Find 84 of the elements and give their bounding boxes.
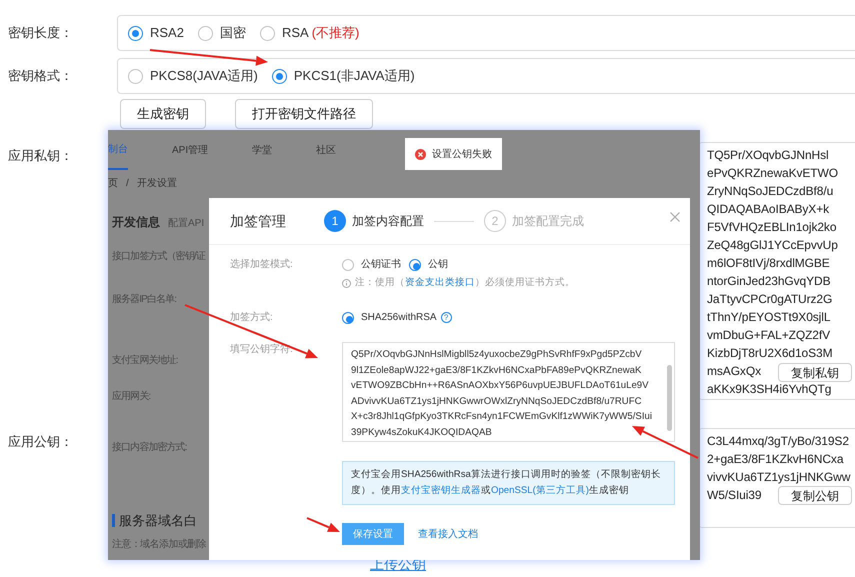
key-text-line: msAGxQx	[707, 363, 761, 380]
key-text-line: QIDAQABAoIBAByX+k	[707, 201, 830, 218]
key-text-line: ZeQ48gGlJ1YCcEpvvUp	[707, 237, 838, 254]
radio-button[interactable]	[272, 68, 287, 84]
key-text-line: C3L44mxq/3gT/yBo/319S2	[707, 433, 849, 450]
action-button[interactable]: 生成密钥	[120, 99, 206, 129]
copy-button[interactable]: 复制私钥	[778, 363, 852, 382]
action-button[interactable]: 打开密钥文件路径	[235, 99, 373, 129]
section-title: 服务器域名白	[119, 512, 197, 530]
scrollbar	[667, 365, 672, 432]
option-label: PKCS8(JAVA适用)	[150, 67, 258, 86]
step-label: 加签内容配置	[352, 213, 424, 230]
key-text-line: m6lOF8tIVj/8rxdlMGBE	[707, 255, 830, 272]
key-text-line: JaTtyvCPCr0gATUrz2G	[707, 291, 832, 308]
page-title: 开发信息	[112, 214, 160, 231]
key-text-line: aKKx9K3SH4i6YvhQTg	[707, 381, 832, 398]
key-text-line: vivvKUa6TZ1ys1jHNKGww	[707, 469, 850, 486]
field-label: 密钥格式：	[8, 68, 73, 84]
step-label: 加签配置完成	[512, 213, 584, 230]
key-text-line: F5VfVHQzEBLIn1ojk2ko	[707, 219, 836, 236]
error-icon	[415, 148, 426, 160]
field-label: 应用网关:	[112, 390, 150, 404]
radio-button[interactable]	[260, 26, 275, 40]
warning-note: (不推荐)	[312, 24, 360, 42]
info-text: 支付宝会用SHA256withRsa算法进行接口调用时的验签（不限制密钥长度）。使用支付宝密钥生成器或OpenSSL(第三方工具)生成密钥	[351, 469, 661, 496]
field-label: 应用公钥：	[8, 434, 73, 449]
openssl-link[interactable]: OpenSSL(第三方工具)	[491, 485, 589, 496]
field-label: 应用私钥：	[8, 148, 73, 163]
public-key-field[interactable]	[342, 342, 675, 442]
save-button[interactable]: 保存设置	[342, 523, 404, 546]
field-label: 支付宝网关地址:	[112, 354, 178, 368]
option-label: RSA2	[150, 24, 184, 42]
key-text-line: ePvQKRZnewaKvETWO	[707, 165, 838, 182]
note-link[interactable]: 资金支出类接口	[405, 277, 475, 288]
option-label: 公钥	[428, 258, 448, 272]
info-icon	[342, 278, 351, 288]
radio-button[interactable]	[342, 258, 354, 270]
arrow	[632, 426, 698, 459]
field-label: 加签方式:	[229, 310, 274, 326]
docs-link[interactable]: 查看接入文档	[418, 526, 478, 542]
field-label: 选择加签模式:	[229, 258, 294, 272]
key-text-line: ZryNNqSoJEDCzdBf8/u	[707, 183, 834, 200]
radio-button[interactable]	[128, 68, 143, 84]
breadcrumb-separator: /	[126, 177, 129, 191]
nav-tab[interactable]: API管理	[172, 130, 208, 170]
field-label: 接口加签方式（密钥/证	[112, 250, 205, 264]
key-text: Q5Pr/XOqvbGJNnHslMigbll5z4yuxocbeZ9gPhSvRhfF9xPgd5PZcbV 9l1ZEole8apWJ22+gaE3/8F1KZkvH6NCxaPbFA89ePvQKRZnewaK vETWO9ZBCbHn++R6ASnAOXbxY56P6uvpUEJBUFLDAoT61uLe9V ADvivvKUa6TZ1ys1jHNKGwwrOWxlZryNNqSoJEDCzdBf8/u7RUFC X+c3r8Jhl1qGfpKyo3TKRcFsn4yn1FCWEmGvKlf1zWWiK7yWW5/SIui 39PKyw4sZokuK4JKOQIDAQAB	[351, 348, 653, 440]
key-text-line: tThnY/pEYOSTt9X0sjlL	[707, 309, 830, 326]
close-icon[interactable]	[670, 210, 680, 220]
key-text-line: ntorGinJed23hGvqYDB	[707, 273, 831, 290]
arrow	[306, 517, 340, 532]
field-label: 密钥长度：	[8, 25, 73, 40]
toast-text: 设置公钥失败	[432, 148, 492, 162]
step-connector	[434, 220, 474, 222]
radio-button[interactable]	[128, 26, 143, 40]
option-label: 国密	[220, 24, 246, 42]
radio-button[interactable]	[409, 258, 421, 270]
key-text-line: vmDbuG+FAL+ZQZ2fV	[707, 327, 830, 344]
nav-tab[interactable]: 社区	[316, 130, 336, 170]
key-text-line: TQ5Pr/XOqvbGJNnHsl	[707, 147, 829, 164]
radio-button[interactable]	[342, 312, 354, 324]
step-number: 1	[324, 210, 346, 232]
page-subtitle: 配置API	[168, 216, 204, 231]
note-text: 注：使用（资金支出类接口）必须使用证书方式。	[355, 276, 575, 290]
dialog-title: 加签管理	[230, 212, 286, 230]
key-text-line: W5/SIui39	[707, 487, 762, 504]
key-text-line: KizbDjT8rU2X6d1oS3M	[707, 345, 832, 362]
option-label: PKCS1(非JAVA适用)	[294, 67, 415, 86]
key-text-line: 2+gaE3/8F1KZkvH6NCxa	[707, 451, 844, 468]
section-marker	[112, 514, 115, 528]
field-label: 服务器IP白名单:	[112, 292, 176, 307]
copy-button[interactable]: 复制公钥	[778, 486, 852, 505]
option-label: SHA256withRSA	[361, 311, 437, 326]
help-icon[interactable]: ?	[440, 312, 452, 324]
radio-button[interactable]	[198, 26, 213, 40]
generator-link[interactable]: 支付宝密钥生成器	[401, 485, 481, 496]
field-label: 接口内容加密方式:	[112, 440, 187, 455]
nav-tab[interactable]: 学堂	[252, 130, 272, 170]
breadcrumb-item[interactable]: 开发设置	[136, 176, 177, 191]
section-note: 注意：域名添加或删除	[112, 538, 208, 552]
step-number: 2	[484, 210, 506, 232]
breadcrumb-item[interactable]: 页	[108, 176, 118, 191]
option-label: RSA	[282, 24, 309, 42]
option-label: 公钥证书	[361, 258, 401, 272]
